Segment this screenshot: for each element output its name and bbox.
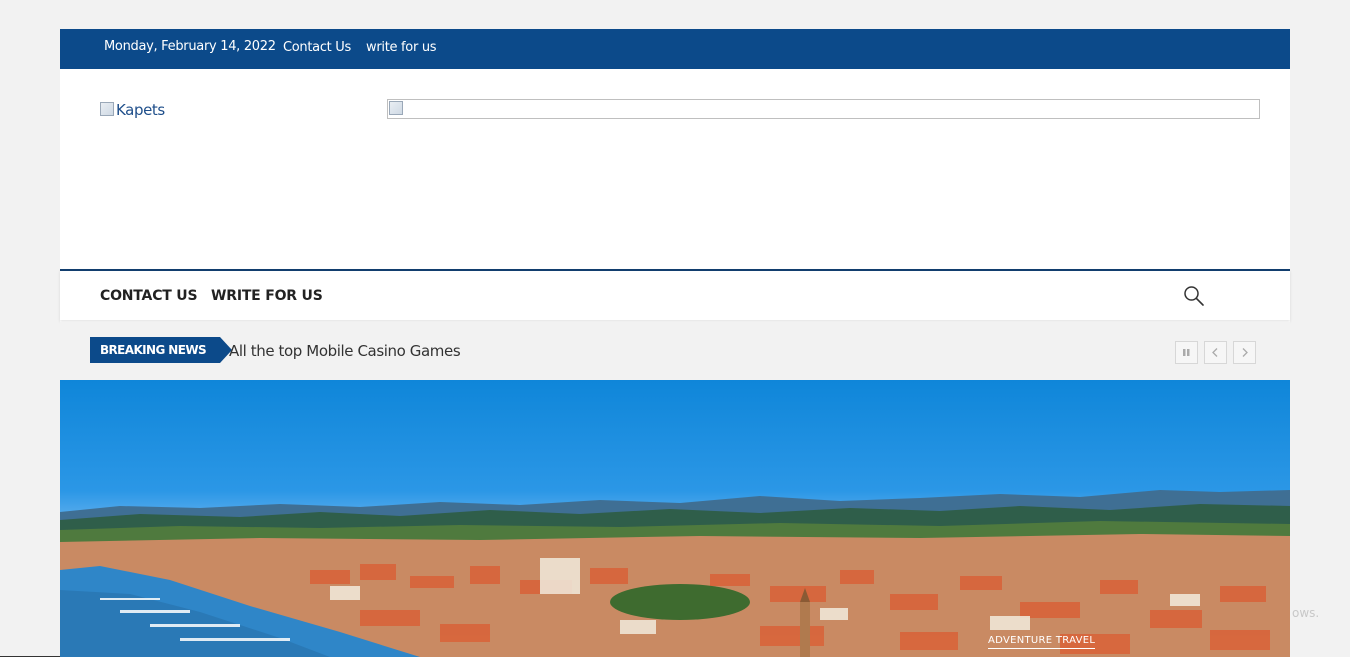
chevron-right-icon[interactable] xyxy=(1233,341,1256,364)
broken-image-icon xyxy=(389,101,403,115)
site-wrapper: Monday, February 14, 2022 Contact Us wri… xyxy=(60,29,1290,657)
nav-item-write-for-us[interactable]: WRITE FOR US xyxy=(211,288,323,304)
header-ad-banner[interactable] xyxy=(387,99,1260,119)
hero-category-label[interactable]: ADVENTURE TRAVEL xyxy=(988,635,1096,649)
site-logo[interactable]: Kapets xyxy=(100,101,165,119)
main-navigation: CONTACT US WRITE FOR US xyxy=(60,269,1290,320)
hero-featured-image[interactable]: ADVENTURE TRAVEL xyxy=(60,380,1290,657)
top-bar: Monday, February 14, 2022 Contact Us wri… xyxy=(60,29,1290,69)
top-link-write-for-us[interactable]: write for us xyxy=(366,40,437,55)
chevron-left-icon[interactable] xyxy=(1204,341,1227,364)
search-icon[interactable] xyxy=(1183,285,1205,307)
broken-image-icon xyxy=(100,102,114,116)
city-panorama-image xyxy=(60,490,1290,657)
logo-alt-text: Kapets xyxy=(116,101,165,119)
breaking-news-badge: BREAKING NEWS xyxy=(90,337,233,363)
nav-item-contact-us[interactable]: CONTACT US xyxy=(100,288,198,304)
activation-watermark: ows. xyxy=(1292,606,1320,620)
breaking-news-bar: BREAKING NEWS All the top Mobile Casino … xyxy=(60,322,1290,380)
breaking-news-headline[interactable]: All the top Mobile Casino Games xyxy=(229,342,461,360)
current-date: Monday, February 14, 2022 xyxy=(104,39,276,54)
top-link-contact-us[interactable]: Contact Us xyxy=(283,40,351,55)
pause-icon[interactable] xyxy=(1175,341,1198,364)
